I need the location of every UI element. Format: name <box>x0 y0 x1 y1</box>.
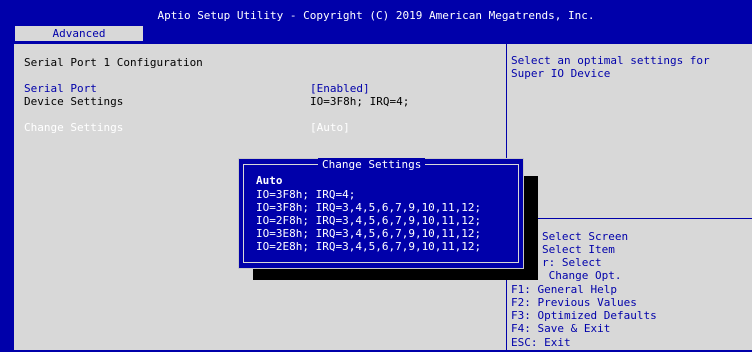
help-divider <box>507 218 752 219</box>
key-help-select-item: Select Item <box>542 243 615 256</box>
section-title: Serial Port 1 Configuration <box>24 56 203 69</box>
tab-advanced[interactable]: Advanced <box>15 26 143 41</box>
serial-port-value[interactable]: [Enabled] <box>310 82 370 95</box>
option-auto[interactable]: Auto <box>256 174 283 187</box>
key-help-esc: ESC: Exit <box>511 336 571 349</box>
option-item[interactable]: IO=2E8h; IRQ=3,4,5,6,7,9,10,11,12; <box>256 240 481 253</box>
key-help-select-screen: Select Screen <box>542 230 629 243</box>
key-help-f1: F1: General Help <box>511 283 617 296</box>
device-settings-value: IO=3F8h; IRQ=4; <box>310 95 410 108</box>
option-item[interactable]: IO=3F8h; IRQ=3,4,5,6,7,9,10,11,12; <box>256 201 481 214</box>
app-title: Aptio Setup Utility - Copyright (C) 2019… <box>157 9 595 22</box>
change-settings-value[interactable]: [Auto] <box>310 121 350 134</box>
option-item[interactable]: IO=3F8h; IRQ=4; <box>256 188 355 201</box>
key-help-f2: F2: Previous Values <box>511 296 637 309</box>
key-help-select: r: Select <box>542 256 602 269</box>
device-settings-label: Device Settings <box>24 95 124 108</box>
help-description-line: Super IO Device <box>511 67 611 80</box>
change-settings-label[interactable]: Change Settings <box>24 121 123 134</box>
help-description-line: Select an optimal settings for <box>511 54 710 67</box>
key-help-f3: F3: Optimized Defaults <box>511 309 657 322</box>
key-help-change-opt: Change Opt. <box>542 269 622 282</box>
serial-port-label[interactable]: Serial Port <box>24 82 97 95</box>
key-help-f4: F4: Save & Exit <box>511 322 611 335</box>
option-item[interactable]: IO=2F8h; IRQ=3,4,5,6,7,9,10,11,12; <box>256 214 481 227</box>
option-item[interactable]: IO=3E8h; IRQ=3,4,5,6,7,9,10,11,12; <box>256 227 481 240</box>
dialog-title: Change Settings <box>318 158 426 171</box>
